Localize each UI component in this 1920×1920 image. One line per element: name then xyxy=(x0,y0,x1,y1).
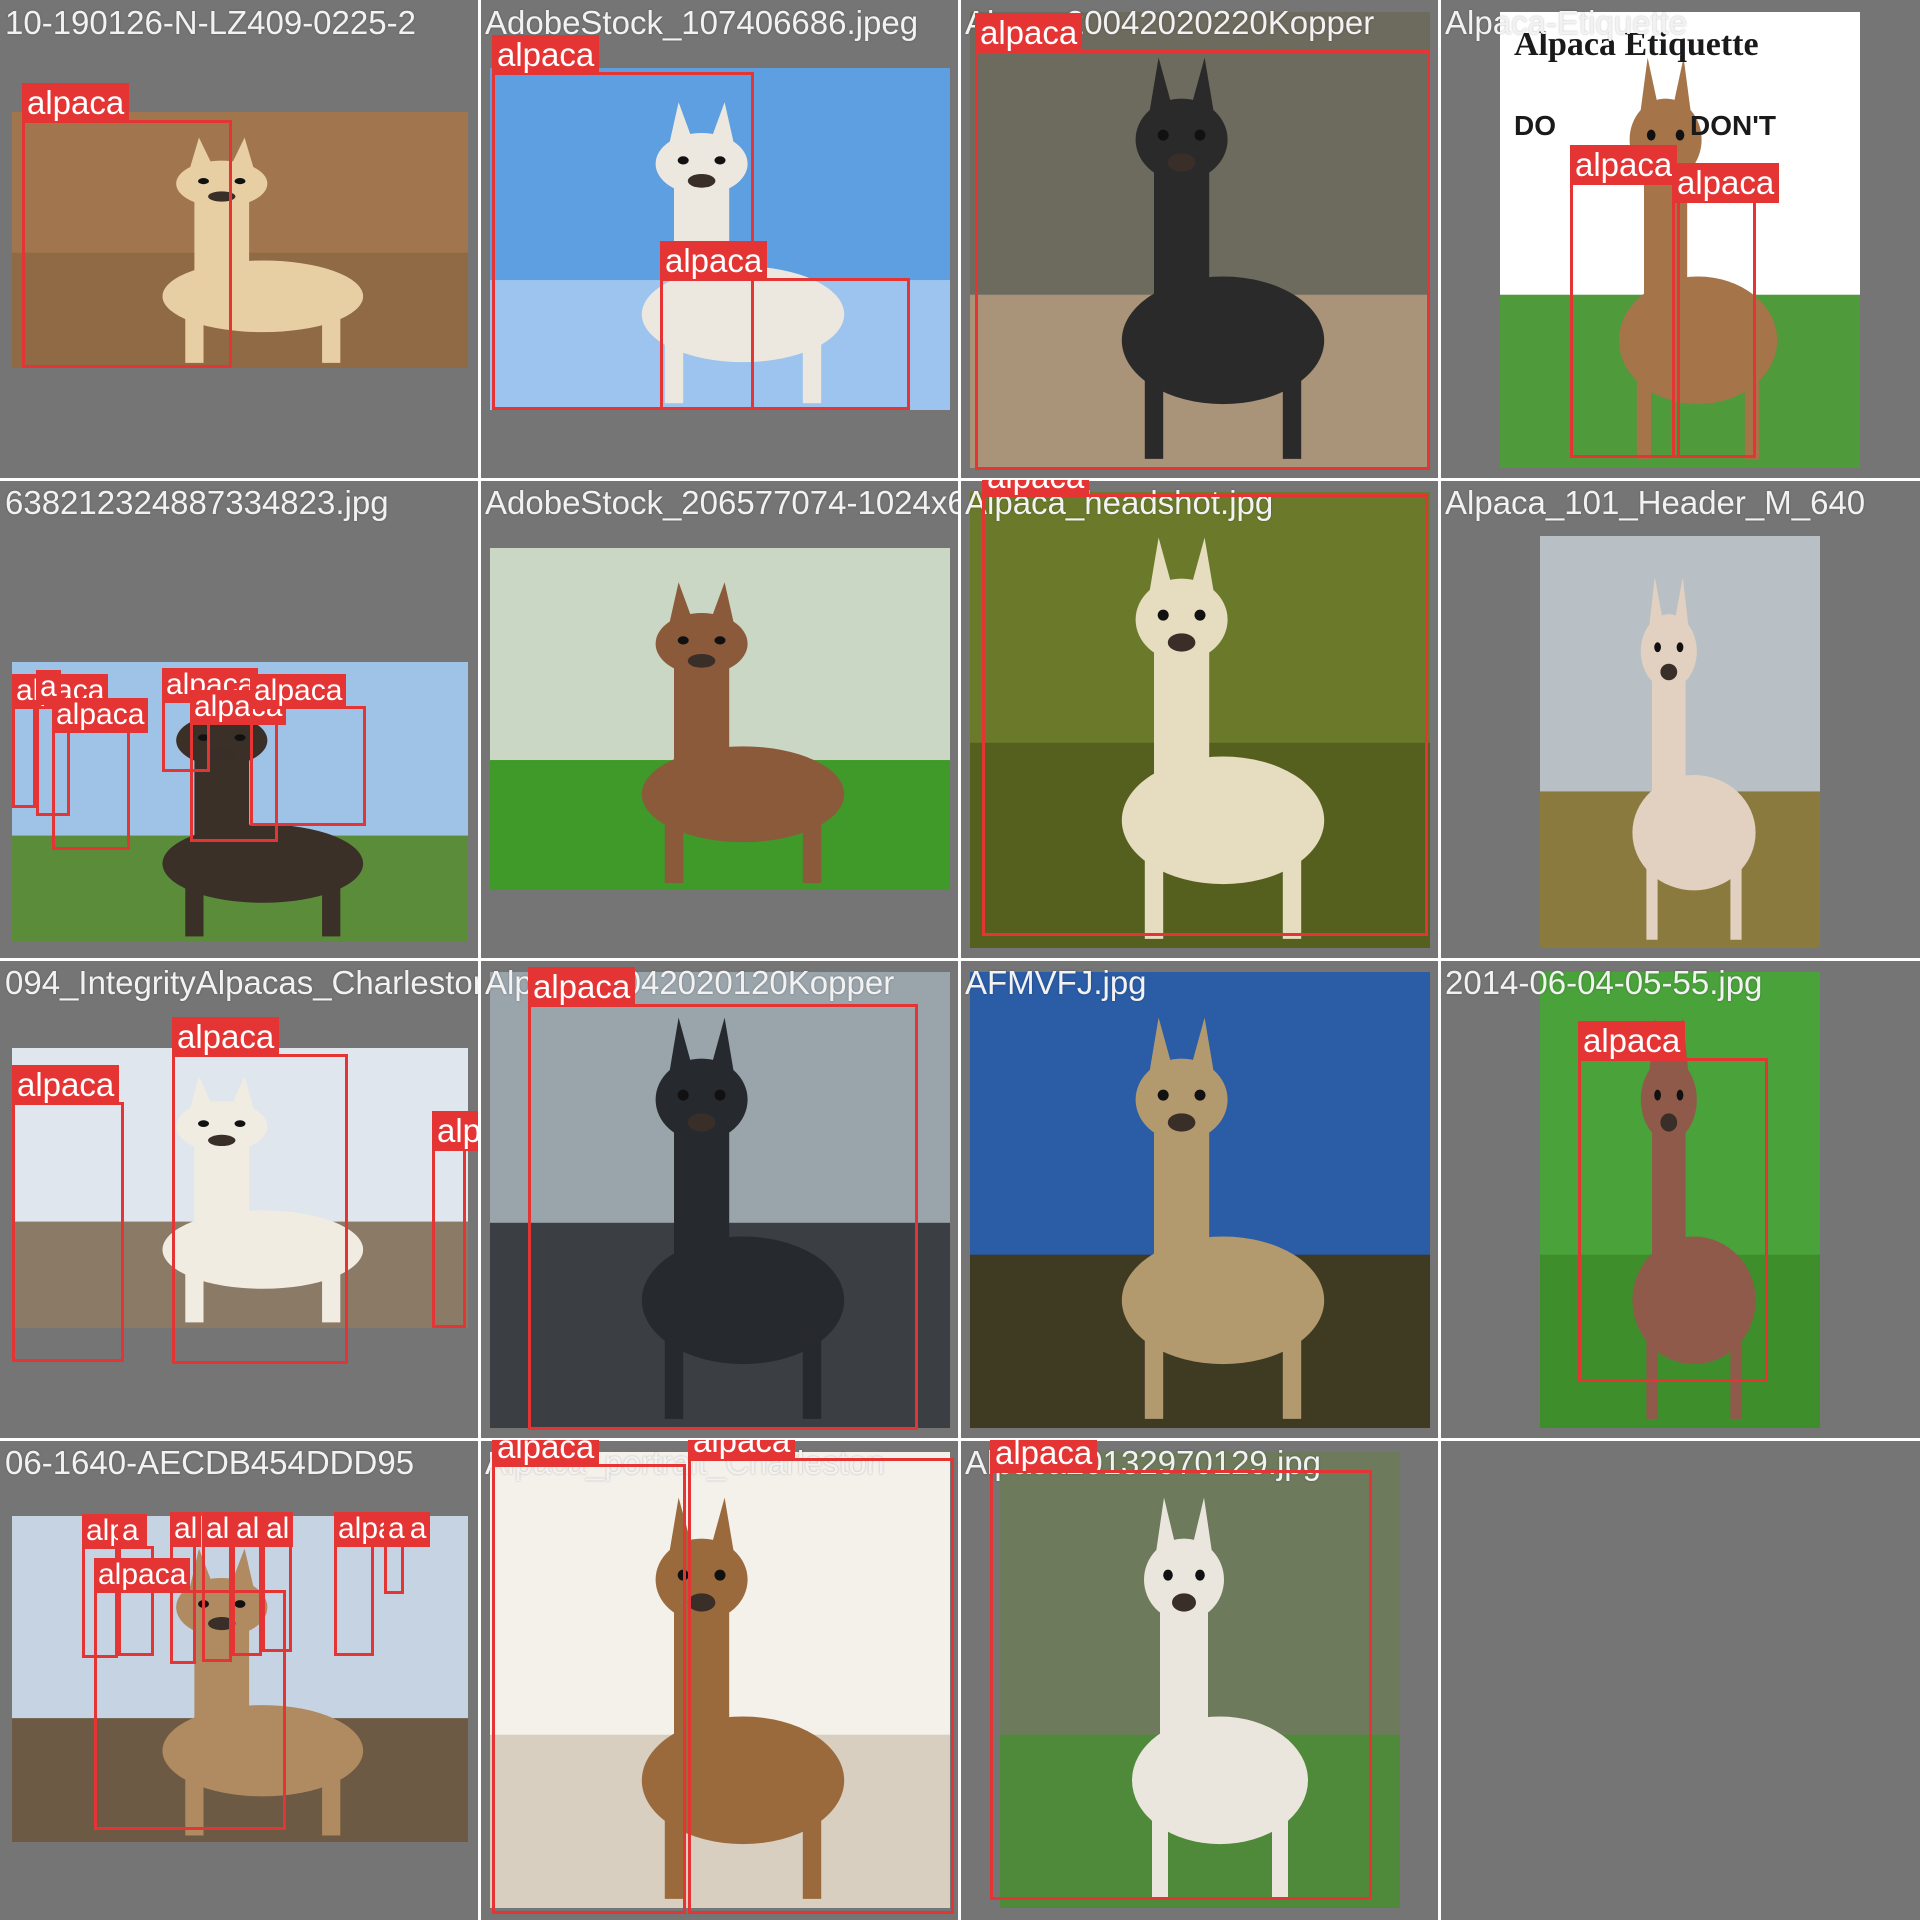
detection-label: alpaca xyxy=(982,480,1090,497)
detection-box: alpaca xyxy=(528,967,918,1430)
detection-box: alpaca xyxy=(982,480,1428,936)
detection-box: alpaca xyxy=(432,1111,478,1328)
detection-box: alpaca xyxy=(492,1440,686,1914)
detection-label: al xyxy=(202,1512,234,1547)
detection-label: alpaca xyxy=(492,1440,600,1467)
detection-box: a xyxy=(384,1512,409,1594)
tile-filename: Alpaca_101_Header_M_640 xyxy=(1445,484,1866,521)
detection-label: al xyxy=(232,1512,264,1547)
detection-label: alpaca xyxy=(688,1440,796,1461)
detection-box: alpaca xyxy=(688,1440,954,1914)
detection-label: alpaca xyxy=(492,35,600,75)
detection-label: al xyxy=(170,1512,202,1547)
detection-label: al xyxy=(262,1512,294,1547)
tile-filename: 10-190126-N-LZ409-0225-2 xyxy=(5,4,416,41)
image-tile: AdobeStock_107406686.jpeg alpaca alpaca xyxy=(480,0,958,478)
grid-divider-horizontal xyxy=(0,478,1920,481)
detection-label: alpaca xyxy=(334,1512,431,1547)
detection-label: alpaca xyxy=(990,1440,1098,1473)
image-tile: 2014-06-04-05-55.jpg alpaca xyxy=(1440,960,1918,1438)
grid-divider-horizontal xyxy=(0,1438,1920,1441)
detection-box: alpaca xyxy=(990,1440,1372,1900)
detection-label: alpaca xyxy=(1570,145,1678,185)
detection-box: alpaca xyxy=(250,674,366,826)
detection-label: a xyxy=(118,1514,143,1549)
detection-label: alpaca xyxy=(172,1017,280,1057)
image-tile: Alpaca_101_Header_M_640 xyxy=(1440,480,1918,958)
image-tile: Alpaca_portrait_Charleston alpaca alpaca xyxy=(480,1440,958,1918)
detection-label: alpaca xyxy=(12,1065,120,1105)
detection-box: alpaca xyxy=(12,674,109,808)
detection-label: a xyxy=(384,1512,409,1547)
alpaca-photo xyxy=(1540,536,1820,948)
detection-label: alpaca xyxy=(250,674,347,709)
poster-do-heading: DO xyxy=(1514,110,1556,141)
detection-box: alpaca xyxy=(22,83,232,368)
detection-box: alpaca xyxy=(94,1558,286,1830)
tile-filename: 094_IntegrityAlpacas_Charleston xyxy=(5,964,478,1001)
detection-label: alpaca xyxy=(528,967,636,1007)
alpaca-photo xyxy=(970,972,1430,1428)
poster-dont-heading: DON'T xyxy=(1690,110,1776,141)
detection-label: alpaca xyxy=(975,13,1083,53)
detection-box: alpaca xyxy=(172,1017,348,1364)
image-tile: Alpaca Etiquette DO DON'T Alpaca-Etiquette a… xyxy=(1440,0,1918,478)
alpaca-photo-illustration xyxy=(490,548,950,890)
detection-label: alpaca xyxy=(52,698,149,733)
detection-box: alpaca xyxy=(1578,1021,1768,1382)
detection-box: alpaca xyxy=(1672,163,1780,458)
image-tile: Alpaca20042020220Kopper alpaca xyxy=(960,0,1438,478)
image-tile: Alpaca20132970129.jpg alpaca xyxy=(960,1440,1438,1918)
detection-label: alpaca xyxy=(1672,163,1780,203)
detection-box: alpaca xyxy=(660,241,910,410)
poster-title: Alpaca Etiquette xyxy=(1514,26,1759,63)
image-tile: 06-1640-AECDB454DDD95 alpa a al al al al alpaca… xyxy=(0,1440,478,1918)
detection-label: alpaca xyxy=(94,1558,191,1593)
detection-label: alpaca xyxy=(432,1111,478,1151)
detection-box: alpaca xyxy=(975,13,1430,470)
tile-filename: 638212324887334823.jpg xyxy=(5,484,389,521)
detection-label: alpaca xyxy=(1578,1021,1686,1061)
detection-box: alpaca xyxy=(334,1512,431,1656)
tile-filename: AdobeStock_206577074-1024x684.jpeg xyxy=(485,484,958,521)
alpaca-photo-illustration xyxy=(970,972,1430,1428)
detection-box: alpaca xyxy=(12,1065,124,1362)
detection-box: alpaca xyxy=(1570,145,1680,458)
image-tile: 094_IntegrityAlpacas_Charlestonalpaca alp… xyxy=(0,960,478,1438)
alpaca-photo xyxy=(490,548,950,890)
detection-label: alpaca xyxy=(660,241,768,281)
tile-filename: 06-1640-AECDB454DDD95 xyxy=(5,1444,415,1481)
image-tile: 638212324887334823.jpgalpacaaalpacaalpac… xyxy=(0,480,478,958)
detection-box: alpaca xyxy=(52,698,149,850)
alpaca-photo-illustration xyxy=(1540,536,1820,948)
image-tile: AFMVFJ.jpg xyxy=(960,960,1438,1438)
image-tile: Alpaca_headshot.jpgalpaca xyxy=(960,480,1438,958)
detection-mosaic: 10-190126-N-LZ409-0225-2 alpaca AdobeStock… xyxy=(0,0,1920,1920)
detection-label: alpaca xyxy=(22,83,130,123)
image-tile: 10-190126-N-LZ409-0225-2 alpaca xyxy=(0,0,478,478)
image-tile: AdobeStock_206577074-1024x684.jpeg xyxy=(480,480,958,958)
grid-divider-horizontal xyxy=(0,958,1920,961)
image-tile: Alpaca20042020120Kopper alpaca xyxy=(480,960,958,1438)
